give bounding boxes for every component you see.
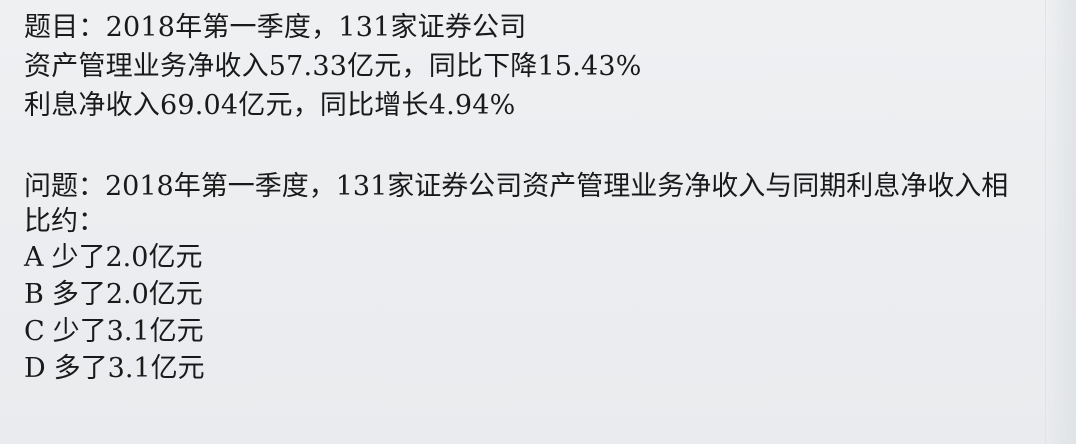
option-b-text: 多了2.0亿元 xyxy=(51,279,203,310)
option-d-text: 多了3.1亿元 xyxy=(53,353,205,384)
option-d-letter: D xyxy=(24,353,46,384)
option-a-letter: A xyxy=(24,242,44,273)
option-b[interactable]: B 多了2.0亿元 xyxy=(24,276,1034,313)
interest-income-line: 利息净收入69.04亿元，同比增长4.94% xyxy=(24,90,516,121)
question-text: 问题：2018年第一季度，131家证券公司资产管理业务净收入与同期利息净收入相比… xyxy=(24,171,1009,237)
page-background: 题目：2018年第一季度，131家证券公司 资产管理业务净收入57.33亿元，同… xyxy=(0,0,1076,444)
document-content: 题目：2018年第一季度，131家证券公司 资产管理业务净收入57.33亿元，同… xyxy=(24,8,1034,387)
option-c-letter: C xyxy=(24,316,45,347)
option-a[interactable]: A 少了2.0亿元 xyxy=(24,239,1034,276)
asset-management-income-line: 资产管理业务净收入57.33亿元，同比下降15.43% xyxy=(24,51,642,82)
option-b-letter: B xyxy=(24,279,44,310)
option-c[interactable]: C 少了3.1亿元 xyxy=(24,313,1034,350)
option-a-text: 少了2.0亿元 xyxy=(51,242,203,273)
option-c-text: 少了3.1亿元 xyxy=(52,316,204,347)
option-d[interactable]: D 多了3.1亿元 xyxy=(24,350,1034,387)
scrollbar-track[interactable] xyxy=(1045,0,1076,444)
problem-title-line: 题目：2018年第一季度，131家证券公司 xyxy=(24,12,527,43)
